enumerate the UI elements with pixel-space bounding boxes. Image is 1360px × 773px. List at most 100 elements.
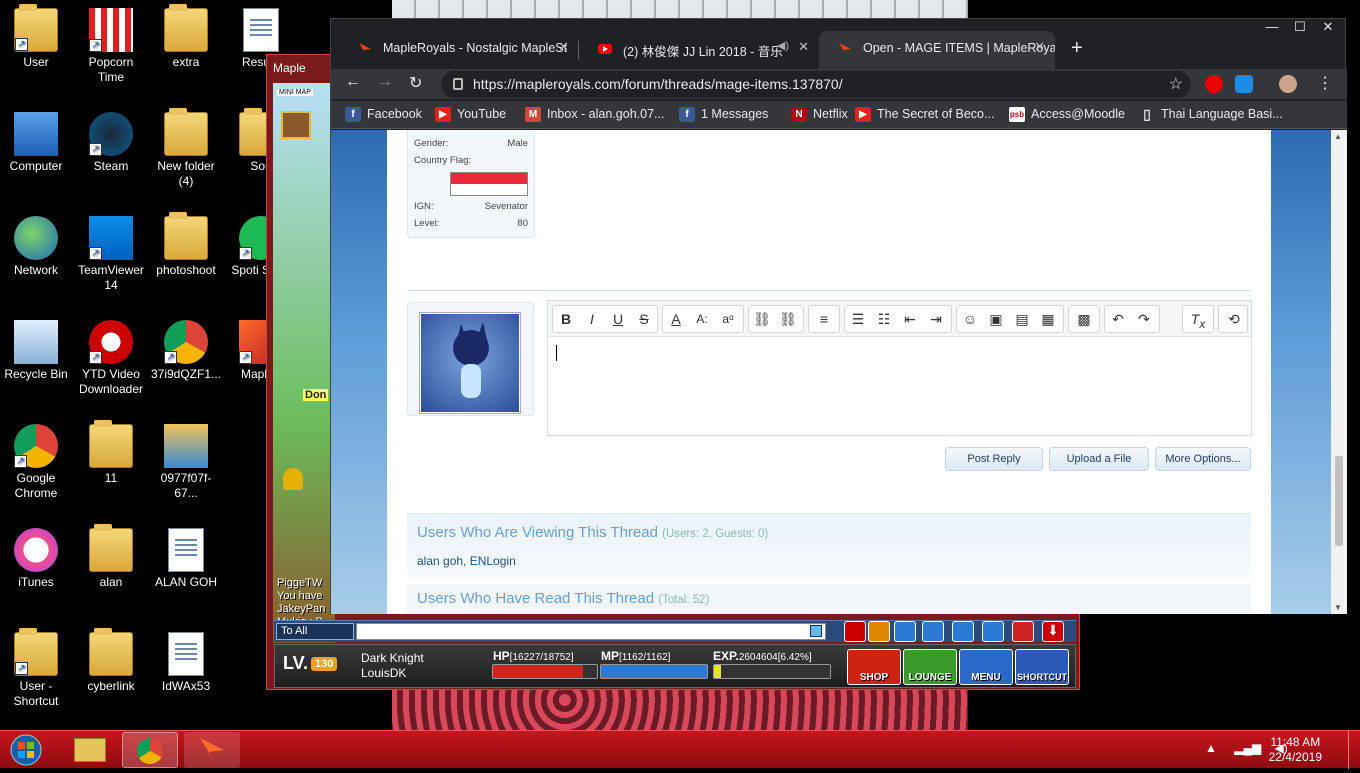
text-color-icon[interactable]: A (663, 306, 689, 332)
desktop-icon[interactable]: New folder (4) (150, 108, 222, 189)
scroll-down-icon[interactable]: ▼ (1334, 603, 1342, 612)
more-options-button[interactable]: More Options... (1155, 447, 1251, 471)
desktop-icon[interactable]: photoshoot (150, 212, 222, 278)
desktop-icon[interactable]: cyberlink (75, 628, 147, 694)
italic-icon[interactable]: I (579, 306, 605, 332)
avatar[interactable] (419, 312, 521, 414)
shortcut-button[interactable]: SHORTCUT (1015, 649, 1069, 685)
bookmark-item[interactable]: ▯ Thai Language Basi... (1139, 107, 1283, 122)
chat-target-select[interactable]: To All (276, 623, 354, 640)
minimize-button[interactable]: — (1257, 19, 1287, 39)
skill-icon[interactable] (982, 621, 1004, 642)
bullet-list-icon[interactable]: ☰ (845, 306, 871, 332)
desktop-icon[interactable]: ↗ Google Chrome (0, 424, 72, 501)
outdent-icon[interactable]: ⇤ (897, 306, 923, 332)
close-icon[interactable]: ✕ (1034, 39, 1045, 55)
lounge-button[interactable]: LOUNGE (903, 649, 957, 685)
desktop-icon[interactable]: ↗ User (0, 4, 72, 70)
game-viewport[interactable]: MINI MAP Don PiggeTWYou haveJakeyPanMukj… (273, 83, 335, 643)
desktop-icon[interactable]: ↗ YTD Video Downloader (75, 320, 147, 397)
shop-button[interactable]: SHOP (847, 649, 901, 685)
desktop-icon[interactable]: ↗ User - Shortcut (0, 628, 72, 709)
media-icon[interactable]: ▤ (1009, 306, 1035, 332)
desktop-icon[interactable]: extra (150, 4, 222, 70)
redo-icon[interactable]: ↷ (1131, 306, 1157, 332)
bookmark-star-icon[interactable]: ☆ (1169, 74, 1183, 94)
desktop-icon[interactable]: 11 (75, 420, 147, 486)
scroll-up-icon[interactable]: ▲ (1334, 132, 1342, 141)
address-bar[interactable]: https://mapleroyals.com/forum/threads/ma… (441, 71, 1191, 98)
clock[interactable]: 11:48 AM 22/4/2019 (1269, 735, 1322, 765)
forward-icon[interactable]: → (377, 73, 393, 91)
upload-file-button[interactable]: Upload a File (1049, 447, 1149, 471)
tab-mapleroyals[interactable]: MapleRoyals - Nostalgic MapleSt ✕ (339, 31, 579, 69)
remove-format-icon[interactable]: Tx (1185, 306, 1211, 332)
new-tab-button[interactable]: + (1071, 37, 1083, 60)
chat-send-icon[interactable] (810, 625, 822, 637)
back-icon[interactable]: ← (345, 73, 361, 91)
desktop-icon[interactable]: Computer (0, 112, 72, 174)
menu-button[interactable]: MENU (959, 649, 1013, 685)
indent-icon[interactable]: ⇥ (923, 306, 949, 332)
menu-icon[interactable]: ⋮ (1317, 73, 1333, 93)
desktop-icon[interactable]: Network (0, 216, 72, 278)
desktop-icon[interactable]: ALAN GOH (150, 528, 222, 590)
bookmark-item[interactable]: M Inbox - alan.goh.07... (525, 107, 664, 122)
maximize-button[interactable]: ☐ (1285, 19, 1315, 39)
page-scrollbar[interactable]: ▲ ▼ (1331, 130, 1347, 614)
bookmark-item[interactable]: psb Access@Moodle (1009, 107, 1125, 122)
reload-icon[interactable]: ↻ (409, 73, 422, 93)
down-arrow-icon[interactable]: ⬇ (1042, 621, 1064, 642)
explorer-taskbar-icon[interactable] (62, 732, 118, 768)
bookmark-item[interactable]: ▶ YouTube (435, 107, 506, 122)
item-icon[interactable] (922, 621, 944, 642)
maple-taskbar-icon[interactable] (184, 732, 240, 768)
desktop-icon[interactable]: ↗ 37i9dQZF1... (150, 320, 222, 382)
bookmark-item[interactable]: f Facebook (345, 107, 422, 122)
tab-youtube[interactable]: (2) 林俊傑 JJ Lin 2018 - 音乐 ✕ ◀) (579, 31, 819, 69)
start-button[interactable] (4, 731, 48, 769)
network-signal-icon[interactable]: ▂▄▆ (1234, 741, 1261, 755)
key-icon[interactable] (1012, 621, 1034, 642)
toggle-bbcode-icon[interactable]: ⟲ (1221, 306, 1247, 332)
chrome-taskbar-icon[interactable] (122, 732, 178, 768)
equip-icon[interactable] (894, 621, 916, 642)
viewers-list[interactable]: alan goh, ENLogin (417, 554, 516, 568)
font-size-icon[interactable]: A: (689, 306, 715, 332)
close-icon[interactable]: ✕ (798, 39, 809, 55)
save-draft-icon[interactable]: ▩ (1071, 306, 1097, 332)
bookmark-item[interactable]: N Netflix (791, 107, 848, 122)
cash-shop-icon[interactable] (844, 621, 866, 642)
desktop-icon[interactable]: IdWAx53 (150, 632, 222, 694)
party-icon[interactable] (868, 621, 890, 642)
chat-input[interactable] (356, 623, 826, 640)
close-icon[interactable]: ✕ (558, 39, 569, 55)
show-desktop-button[interactable] (1348, 731, 1360, 769)
desktop-icon[interactable]: ↗ Steam (75, 112, 147, 174)
bookmark-item[interactable]: ▶ The Secret of Beco... (855, 107, 994, 122)
profile-avatar[interactable] (1279, 75, 1297, 93)
numbered-list-icon[interactable]: ☷ (871, 306, 897, 332)
desktop-icon[interactable]: Recycle Bin (0, 320, 72, 382)
strikethrough-icon[interactable]: S (631, 306, 657, 332)
desktop-icon[interactable]: 0977f07f-67... (150, 424, 222, 501)
tray-expand-icon[interactable]: ▲ (1205, 741, 1217, 755)
scroll-thumb[interactable] (1335, 456, 1343, 546)
tab-mage-items[interactable]: Open - MAGE ITEMS | MapleRoya ✕ (819, 31, 1055, 69)
link-icon[interactable]: ⛓ (749, 306, 775, 332)
undo-icon[interactable]: ↶ (1105, 306, 1131, 332)
desktop-icon[interactable]: alan (75, 524, 147, 590)
image-icon[interactable]: ▣ (983, 306, 1009, 332)
bookmark-item[interactable]: f 1 Messages (679, 107, 768, 122)
reply-editor[interactable]: B I U S A A: aᵅ ⛓ ⛓ ≡ ☰ ☷ ⇤ ⇥ ☺ ▣ ▤ ▦ ▩ … (547, 300, 1252, 436)
insert-icon[interactable]: ▦ (1035, 306, 1061, 332)
bold-icon[interactable]: B (553, 306, 579, 332)
font-family-icon[interactable]: aᵅ (715, 306, 741, 332)
adblock-icon[interactable] (1205, 75, 1223, 93)
desktop-icon[interactable]: ↗ TeamViewer 14 (75, 216, 147, 293)
desktop-icon[interactable]: iTunes (0, 528, 72, 590)
desktop-icon[interactable]: ↗ Popcorn Time (75, 8, 147, 85)
lock-icon[interactable] (453, 78, 463, 90)
post-reply-button[interactable]: Post Reply (945, 447, 1043, 471)
align-icon[interactable]: ≡ (811, 306, 837, 332)
